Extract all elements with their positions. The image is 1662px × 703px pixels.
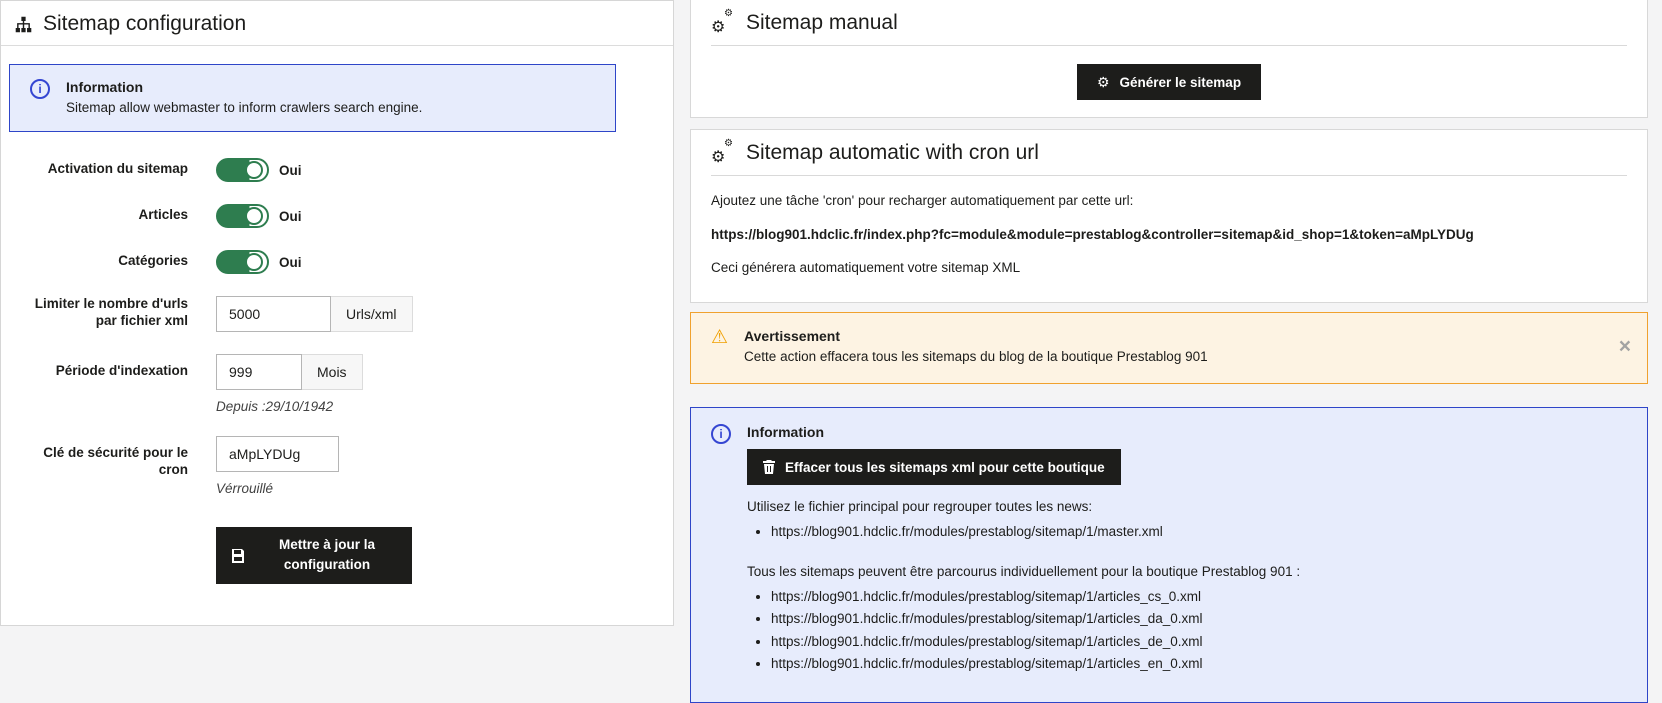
info-icon: i: [30, 79, 50, 99]
page-title-label: Sitemap configuration: [43, 12, 247, 35]
cogs-icon: ⚙ ⚙: [711, 138, 733, 166]
url-limit-row: Limiter le nombre d'urls par fichier xml…: [1, 296, 673, 332]
toggle-knob: [245, 207, 263, 225]
cron-url: https://blog901.hdclic.fr/index.php?fc=m…: [711, 226, 1474, 242]
manual-panel-title-label: Sitemap manual: [746, 11, 898, 34]
delete-button-label: Effacer tous les sitemaps xml pour cette…: [785, 459, 1105, 475]
sitemap-url-list: https://blog901.hdclic.fr/modules/presta…: [771, 588, 1300, 673]
url-limit-input[interactable]: [216, 296, 331, 332]
sitemap-cron-panel: ⚙ ⚙ Sitemap automatic with cron url Ajou…: [690, 129, 1648, 303]
toggle-row-activation: Activation du sitemap Oui: [1, 158, 673, 182]
toggle-state-label: Oui: [279, 254, 302, 270]
page-title: Sitemap configuration: [15, 12, 659, 36]
sitemap-icon: [15, 16, 32, 32]
generate-sitemap-button[interactable]: ⚙ Générer le sitemap: [1076, 64, 1262, 100]
gear-icon: ⚙: [1096, 73, 1110, 90]
list-intro-text: Tous les sitemaps peuvent être parcourus…: [747, 564, 1301, 580]
index-period-input[interactable]: [216, 354, 302, 390]
generate-button-label: Générer le sitemap: [1119, 74, 1242, 90]
toggle-state-label: Oui: [279, 208, 302, 224]
toggle-label-activation: Activation du sitemap: [47, 161, 188, 176]
info-alert: i Information Sitemap allow webmaster to…: [9, 64, 616, 132]
sitemaps-info-alert: i Information Effacer tous les sitemaps …: [690, 407, 1648, 703]
list-item: https://blog901.hdclic.fr/modules/presta…: [771, 610, 1300, 628]
cron-key-row: Clé de sécurité pour le cron Vérrouillé …: [1, 436, 673, 584]
master-url-list: https://blog901.hdclic.fr/modules/presta…: [771, 523, 1300, 541]
index-period-help: Depuis :29/10/1942: [216, 399, 334, 414]
toggle-label-articles: Articles: [138, 207, 188, 222]
warning-alert-text: Cette action effacera tous les sitemaps …: [744, 349, 1208, 364]
toggle-knob: [245, 253, 263, 271]
url-limit-unit: Urls/xml: [331, 296, 413, 332]
sitemap-manual-panel: ⚙ ⚙ Sitemap manual ⚙ Générer le sitemap: [690, 0, 1648, 118]
categories-toggle[interactable]: [216, 250, 269, 274]
list-item: https://blog901.hdclic.fr/modules/presta…: [771, 655, 1300, 673]
save-icon: [232, 549, 244, 564]
cron-key-help: Vérrouillé: [216, 481, 274, 496]
warning-alert-title: Avertissement: [744, 328, 841, 344]
toggle-label-categories: Catégories: [118, 253, 188, 268]
index-period-unit: Mois: [302, 354, 363, 390]
list-item: https://blog901.hdclic.fr/modules/presta…: [771, 523, 1300, 541]
sitemap-settings-page: { "colors": { "accent-green": "#2e7d4f",…: [0, 0, 1662, 703]
toggle-row-categories: Catégories Oui: [1, 250, 673, 274]
sitemaps-alert-title: Information: [747, 424, 824, 440]
index-period-label: Période d'indexation: [55, 363, 188, 378]
list-item: https://blog901.hdclic.fr/modules/presta…: [771, 588, 1300, 606]
save-button-label: Mettre à jour la configuration: [278, 537, 376, 573]
cron-intro-text: Ajoutez une tâche 'cron' pour recharger …: [711, 193, 1134, 208]
cron-panel-title-label: Sitemap automatic with cron url: [746, 141, 1039, 164]
warning-alert: ⚠ Avertissement Cette action effacera to…: [690, 312, 1648, 384]
toggle-state-label: Oui: [279, 162, 302, 178]
trash-icon: [763, 460, 775, 474]
warning-icon: ⚠: [711, 327, 729, 348]
master-intro-text: Utilisez le fichier principal pour regro…: [747, 499, 1093, 514]
manual-panel-title: ⚙ ⚙ Sitemap manual: [711, 0, 1627, 46]
info-alert-title: Information: [66, 79, 143, 95]
activation-toggle[interactable]: [216, 158, 269, 182]
sitemap-configuration-panel: Sitemap configuration i Information Site…: [0, 0, 674, 626]
save-configuration-button[interactable]: Mettre à jour la configuration: [216, 527, 412, 584]
sitemap-config-form: Activation du sitemap Oui Articles Oui C…: [1, 158, 673, 584]
close-icon[interactable]: ×: [1619, 336, 1631, 357]
right-column: ⚙ ⚙ Sitemap manual ⚙ Générer le sitemap …: [690, 0, 1648, 703]
url-limit-label: Limiter le nombre d'urls par fichier xml: [34, 296, 188, 328]
info-icon: i: [711, 424, 731, 444]
index-period-row: Période d'indexation Mois Depuis :29/10/…: [1, 354, 673, 414]
cron-key-input[interactable]: [216, 436, 339, 472]
articles-toggle[interactable]: [216, 204, 269, 228]
panel-header: Sitemap configuration: [1, 1, 673, 46]
delete-sitemaps-button[interactable]: Effacer tous les sitemaps xml pour cette…: [747, 449, 1121, 485]
cron-panel-title: ⚙ ⚙ Sitemap automatic with cron url: [711, 130, 1627, 176]
cron-note-text: Ceci générera automatiquement votre site…: [711, 260, 1021, 276]
cogs-icon: ⚙ ⚙: [711, 8, 733, 36]
cron-key-label: Clé de sécurité pour le cron: [43, 445, 188, 477]
info-alert-text: Sitemap allow webmaster to inform crawle…: [66, 100, 423, 115]
toggle-knob: [245, 161, 263, 179]
toggle-row-articles: Articles Oui: [1, 204, 673, 228]
